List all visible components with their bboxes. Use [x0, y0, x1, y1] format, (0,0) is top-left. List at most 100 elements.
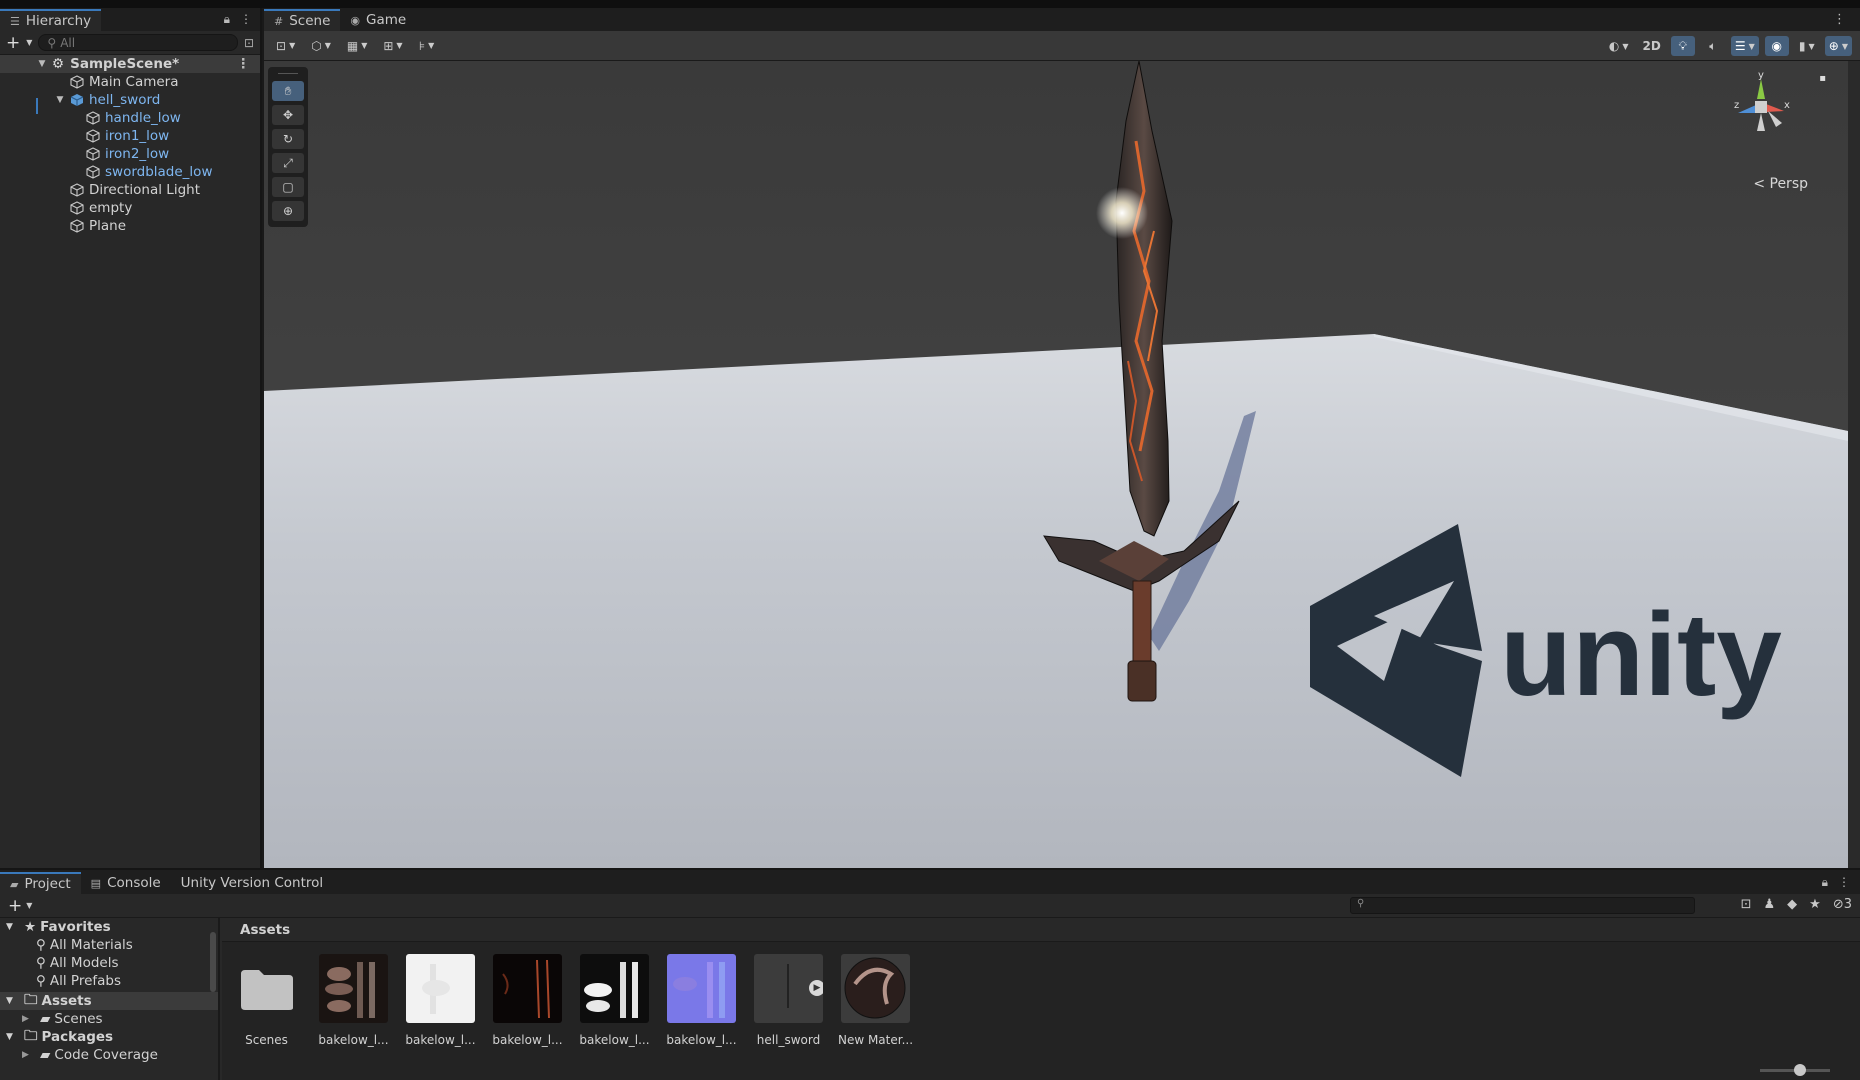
favorites-header[interactable]: ▼ ★ Favorites [0, 918, 218, 936]
tab-project[interactable]: ▰ Project [0, 872, 81, 894]
ruler-button[interactable]: ⊧ ▼ [415, 36, 439, 56]
tab-game[interactable]: ◉ Game [340, 9, 416, 31]
visibility-toggle-button[interactable]: ◉ [1764, 36, 1789, 56]
gizmo-y-axis[interactable] [1757, 79, 1765, 99]
scene-viewport[interactable]: unity ✋︎ ✥ ↻ ⤢ ▢ ⊕ y z x ▪ < Persp [264, 61, 1848, 868]
grid-snap-button[interactable]: ▦ ▼ [343, 36, 372, 56]
asset-texture-basecolor[interactable]: bakelow_l... [318, 954, 389, 1047]
more-options-icon[interactable]: ⋮ [240, 12, 252, 27]
asset-texture-normal[interactable]: bakelow_l... [666, 954, 737, 1047]
tab-scene[interactable]: # Scene [264, 9, 341, 31]
orientation-gizmo[interactable]: y z x [1726, 71, 1796, 141]
folder-packages[interactable]: ▼ 🗀︎ Packages [0, 1028, 218, 1046]
project-tab-bar: ▰ Project ▤ Console Unity Version Contro… [0, 870, 1860, 894]
tree-item-main-camera[interactable]: Main Camera [0, 73, 260, 91]
scale-tool-button[interactable]: ⤢ [272, 153, 304, 173]
rect-tool-button[interactable]: ▢ [272, 177, 304, 197]
gizmos-button[interactable]: ⊕ ▼ [1824, 36, 1852, 56]
tab-hierarchy[interactable]: ☰ Hierarchy [0, 9, 102, 31]
transform-tool-button[interactable]: ⊕ [272, 201, 304, 221]
tree-item-hell-sword[interactable]: ▼ hell_sword [0, 91, 260, 109]
lock-icon[interactable]: 🔒︎ [224, 12, 230, 27]
tab-console[interactable]: ▤ Console [81, 872, 171, 894]
open-folder-icon: 🗀︎ [24, 991, 38, 1008]
folder-thumb [232, 954, 301, 1023]
expand-arrow-icon[interactable]: ▼ [6, 996, 20, 1006]
lighting-toggle-button[interactable]: 💡︎ [1670, 36, 1695, 56]
chevron-down-icon[interactable]: ▼ [26, 901, 32, 910]
collapsed-arrow-icon[interactable]: ▶ [22, 1050, 36, 1060]
tree-item-handle-low[interactable]: handle_low [0, 109, 260, 127]
draw-mode-button[interactable]: ◐ ▼ [1605, 36, 1633, 56]
audio-toggle-button[interactable]: 🔈︎ [1701, 36, 1725, 56]
gizmo-x-axis[interactable] [1766, 104, 1784, 112]
tree-item-label: hell_sword [89, 92, 161, 108]
asset-texture-mask[interactable]: bakelow_l... [579, 954, 650, 1047]
tree-item-scene[interactable]: ▼ ⚙︎ SampleScene* ⋮ [0, 55, 260, 73]
shading-icon: ◐ [1608, 39, 1620, 53]
more-options-icon[interactable]: ⋮ [1838, 875, 1850, 890]
project-assets-area: Assets Scenes bakelow_l... bakelow_l... [222, 918, 1860, 1080]
gizmo-center-cube[interactable] [1755, 101, 1767, 113]
gizmo-z-axis[interactable] [1738, 105, 1756, 113]
rotate-tool-button[interactable]: ↻ [272, 129, 304, 149]
scrollbar-thumb[interactable] [210, 932, 216, 992]
tree-item-directional-light[interactable]: Directional Light [0, 181, 260, 199]
expand-model-button[interactable]: ▶ [809, 980, 823, 996]
asset-scenes-folder[interactable]: Scenes [232, 954, 301, 1047]
expand-arrow-icon[interactable]: ▼ [6, 922, 20, 932]
folder-assets[interactable]: ▼ 🗀︎ Assets [0, 992, 218, 1010]
tab-unity-version-control[interactable]: Unity Version Control [171, 872, 334, 894]
slider-knob[interactable] [1794, 1064, 1806, 1076]
drag-handle[interactable] [278, 73, 298, 77]
folder-code-coverage[interactable]: ▶ ▰ Code Coverage [0, 1046, 218, 1064]
favorite-star-icon[interactable]: ★ [1809, 897, 1821, 912]
move-tool-button[interactable]: ✥ [272, 105, 304, 125]
camera-settings-button[interactable]: ▮ ▼ [1795, 36, 1819, 56]
chevron-down-icon[interactable]: ▼ [26, 38, 32, 47]
gizmo-lock-icon[interactable]: ▪ [1819, 73, 1826, 84]
hand-tool-button[interactable]: ✋︎ [272, 81, 304, 101]
tree-item-plane[interactable]: Plane [0, 217, 260, 235]
toggle-2d-button[interactable]: 2D [1639, 36, 1665, 56]
tree-item-iron2-low[interactable]: iron2_low [0, 145, 260, 163]
collapsed-arrow-icon[interactable]: ▶ [22, 1014, 36, 1024]
increment-snap-button[interactable]: ⊞ ▼ [379, 36, 406, 56]
orientation-button[interactable]: ⬡ ▼ [307, 36, 335, 56]
tree-item-empty[interactable]: empty [0, 199, 260, 217]
tree-item-swordblade-low[interactable]: swordblade_low [0, 163, 260, 181]
tree-item-iron1-low[interactable]: iron1_low [0, 127, 260, 145]
search-filter-icon[interactable]: ⊡ [244, 36, 254, 50]
lock-icon[interactable]: 🔒︎ [1822, 875, 1828, 890]
asset-texture-white[interactable]: bakelow_l... [405, 954, 476, 1047]
folder-tree-scrollbar[interactable] [208, 918, 218, 1078]
add-object-button[interactable]: + [6, 33, 20, 53]
breadcrumb[interactable]: Assets [222, 918, 1860, 942]
projection-label[interactable]: < Persp [1753, 176, 1808, 192]
project-search-input[interactable]: ⚲ [1350, 897, 1695, 914]
scene-vertical-scrollbar[interactable] [1848, 61, 1860, 868]
tab-label: Game [366, 12, 407, 28]
expand-arrow-icon[interactable]: ▼ [54, 95, 66, 105]
tool-handle-button[interactable]: ⊡ ▼ [272, 36, 299, 56]
asset-hell-sword-model[interactable]: ▶ hell_sword [754, 954, 823, 1047]
filter-by-label-icon[interactable]: ◆ [1787, 897, 1797, 912]
effects-toggle-button[interactable]: ☰ ▼ [1730, 36, 1759, 56]
favorite-all-models[interactable]: ⚲ All Models [0, 954, 218, 972]
search-by-type-icon[interactable]: ⊡ [1741, 897, 1752, 912]
favorite-all-materials[interactable]: ⚲ All Materials [0, 936, 218, 954]
thumbnail-size-slider[interactable] [1760, 1064, 1830, 1076]
scene-more-options-icon[interactable]: ⋮ [1833, 12, 1846, 27]
asset-texture-emission[interactable]: bakelow_l... [492, 954, 563, 1047]
favorite-all-prefabs[interactable]: ⚲ All Prefabs [0, 972, 218, 990]
hierarchy-search-input[interactable]: ⚲ All [38, 34, 238, 51]
expand-arrow-icon[interactable]: ▼ [36, 59, 48, 69]
create-asset-button[interactable]: + [8, 896, 22, 916]
expand-arrow-icon[interactable]: ▼ [6, 1032, 20, 1042]
gameobject-cube-icon [70, 75, 84, 89]
filter-by-type-icon[interactable]: ♟ [1764, 897, 1776, 912]
persp-label: Persp [1769, 176, 1809, 192]
asset-new-material[interactable]: New Mater... [838, 954, 913, 1047]
scene-more-icon[interactable]: ⋮ [237, 56, 251, 72]
hidden-packages-button[interactable]: ⊘3 [1833, 897, 1852, 912]
